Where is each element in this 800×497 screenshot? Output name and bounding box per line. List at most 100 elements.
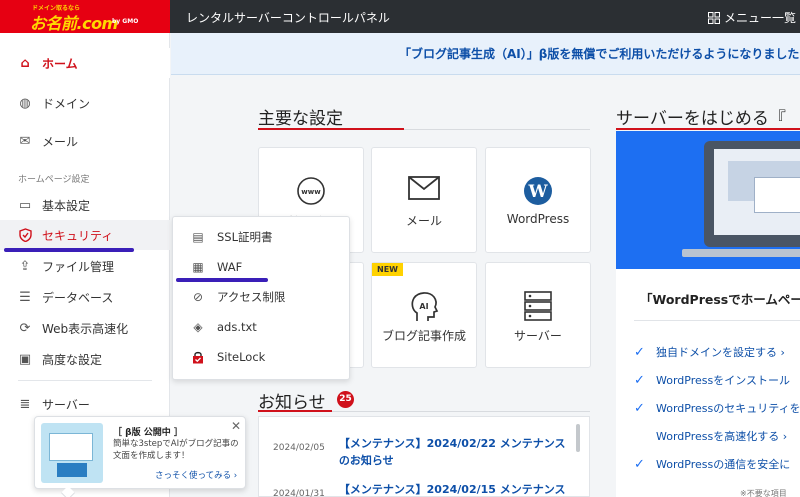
sidebar-item-label: サーバー <box>42 397 90 412</box>
ads-shield-icon: ◈ <box>193 320 203 334</box>
checklist-text: WordPressのセキュリティを <box>656 402 800 415</box>
www-icon: www <box>259 176 363 213</box>
news-date: 2024/01/31 <box>273 489 325 497</box>
dropdown-item-ads-txt[interactable]: ◈ ads.txt <box>173 313 351 341</box>
upload-icon: ⇪ <box>19 258 31 274</box>
news-item[interactable]: 2024/02/05 【メンテナンス】2024/02/22 メンテナンスのお知ら… <box>273 435 573 469</box>
svg-text:AI: AI <box>419 302 428 311</box>
menu-list-button[interactable]: メニュー一覧 <box>708 9 796 26</box>
news-list: 2024/02/05 【メンテナンス】2024/02/22 メンテナンスのお知ら… <box>258 416 590 497</box>
certificate-icon: ▤ <box>192 230 204 244</box>
tile-wordpress[interactable]: W WordPress <box>485 147 591 253</box>
dropdown-item-label: SSL証明書 <box>217 230 273 244</box>
server-heading-accent <box>616 128 800 130</box>
tile-mail[interactable]: メール <box>371 147 477 253</box>
screen-window <box>754 177 800 213</box>
dropdown-item-access-restriction[interactable]: ⊘ アクセス制限 <box>173 283 351 311</box>
monitor-stand <box>682 249 800 257</box>
sidebar-item-label: Web表示高速化 <box>42 321 129 336</box>
tile-blog-ai[interactable]: NEW AI ブログ記事作成 <box>371 262 477 368</box>
settings-icon: ▣ <box>18 351 32 367</box>
promo-try-link[interactable]: さっそく使ってみる › <box>155 469 237 481</box>
news-title[interactable]: 【メンテナンス】2024/02/22 メンテナンスのお知らせ <box>339 435 573 469</box>
top-bar: ドメイン取るなら お名前.com by GMO レンタルサーバーコントロールパネ… <box>0 0 800 33</box>
wp-guide-title: 「WordPressでホームペー <box>640 292 800 307</box>
wp-guide-divider <box>634 320 800 321</box>
checklist-item[interactable]: ✓ WordPressをインストール <box>634 372 790 388</box>
news-count-badge: 25 <box>337 391 354 408</box>
tile-label: ブログ記事作成 <box>381 329 466 343</box>
checklist-text: WordPressを高速化する › <box>656 430 788 443</box>
dropdown-item-label: WAF <box>217 260 243 274</box>
news-date: 2024/02/05 <box>273 443 325 453</box>
onamae-logo[interactable]: ドメイン取るなら お名前.com by GMO <box>0 0 170 33</box>
svg-text:W: W <box>527 182 548 202</box>
prohibited-icon: ⊘ <box>192 290 204 304</box>
sidebar-item-label: 基本設定 <box>42 198 91 213</box>
sidebar-item-home[interactable]: ⌂ ホーム <box>0 48 170 78</box>
announcement-banner[interactable]: 「ブログ記事生成（AI）」β版を無償でご利用いただけるようになりました！ <box>171 33 800 75</box>
sidebar-item-label: ドメイン <box>42 96 91 111</box>
sidebar-item-security[interactable]: セキュリティ <box>0 220 170 250</box>
sidebar-item-domain[interactable]: ◍ ドメイン <box>0 88 170 118</box>
settings-heading: 主要な設定 <box>258 109 343 129</box>
home-icon: ⌂ <box>20 55 30 71</box>
check-icon: ✓ <box>634 456 645 472</box>
illustration-screen <box>49 433 93 461</box>
sidebar-item-basic-settings[interactable]: ▭ 基本設定 <box>0 190 170 220</box>
annotation-underline <box>176 278 268 282</box>
sidebar-item-server[interactable]: ≣ サーバー <box>0 389 170 419</box>
news-title[interactable]: 【メンテナンス】2024/02/15 メンテナンスの <box>339 481 573 497</box>
checklist-text: WordPressをインストール <box>656 374 791 387</box>
checklist-item[interactable]: ✓ 独自ドメインを設定する › <box>634 344 785 360</box>
sidebar-item-database[interactable]: ☰ データベース <box>0 282 170 312</box>
logo-sub: by GMO <box>112 18 139 25</box>
close-icon[interactable]: ✕ <box>231 419 241 433</box>
database-icon: ☰ <box>19 289 31 305</box>
globe-icon: ◍ <box>19 95 31 111</box>
tile-server[interactable]: サーバー <box>485 262 591 368</box>
sidebar-item-label: データベース <box>42 290 114 305</box>
mail-icon <box>372 176 476 207</box>
promo-title: ［ β版 公開中 ］ <box>113 428 183 438</box>
dropdown-item-waf[interactable]: ▦ WAF <box>173 253 351 281</box>
dropdown-item-label: アクセス制限 <box>217 290 286 304</box>
sidebar-item-file-manager[interactable]: ⇪ ファイル管理 <box>0 251 170 281</box>
checklist-item[interactable]: WordPressを高速化する › <box>634 428 787 444</box>
sidebar-section-label: ホームページ設定 <box>18 175 90 185</box>
server-icon: ≣ <box>19 396 31 412</box>
checklist-item[interactable]: ✓ WordPressのセキュリティを <box>634 400 800 416</box>
checklist-text: WordPressの通信を安全に <box>656 458 791 471</box>
news-item[interactable]: 2024/01/31 【メンテナンス】2024/02/15 メンテナンスの <box>273 481 573 497</box>
speed-icon: ⟳ <box>19 320 31 336</box>
check-icon: ✓ <box>634 344 645 360</box>
promo-description: 簡単な3stepでAIがブログ記事の文面を作成します！ <box>113 439 239 461</box>
server-icon <box>486 291 590 328</box>
sidebar-item-web-speed[interactable]: ⟳ Web表示高速化 <box>0 313 170 343</box>
tile-label: サーバー <box>514 329 562 343</box>
news-heading-accent <box>258 410 332 412</box>
check-icon: ✓ <box>634 372 645 388</box>
dropdown-item-label: ads.txt <box>217 320 257 334</box>
panel-title: レンタルサーバーコントロールパネル <box>186 11 390 25</box>
svg-text:www: www <box>301 188 321 196</box>
sidebar-item-mail[interactable]: ✉ メール <box>0 126 170 156</box>
ai-head-icon: AI <box>372 291 476 330</box>
check-icon: ✓ <box>634 400 645 416</box>
lock-icon <box>191 350 205 364</box>
menu-list-label: メニュー一覧 <box>724 11 797 25</box>
sidebar-item-label: ホーム <box>42 56 78 71</box>
logo-text: お名前.com <box>30 14 118 33</box>
tile-label: WordPress <box>506 212 570 226</box>
banner-text: 「ブログ記事生成（AI）」β版を無償でご利用いただけるようになりました！ <box>399 47 800 61</box>
checklist-item[interactable]: ✓ WordPressの通信を安全に <box>634 456 790 472</box>
settings-heading-accent <box>258 128 404 130</box>
dropdown-item-ssl[interactable]: ▤ SSL証明書 <box>173 223 351 251</box>
ai-promo-popup: ［ β版 公開中 ］ 簡単な3stepでAIがブログ記事の文面を作成します！ さ… <box>34 416 246 497</box>
server-start-heading: サーバーをはじめる『 <box>616 109 786 129</box>
grid-icon <box>708 11 720 24</box>
sidebar-item-advanced-settings[interactable]: ▣ 高度な設定 <box>0 344 170 374</box>
tile-label: メール <box>405 214 442 228</box>
news-scrollbar[interactable] <box>576 424 580 452</box>
dropdown-item-sitelock[interactable]: SiteLock <box>173 343 351 371</box>
